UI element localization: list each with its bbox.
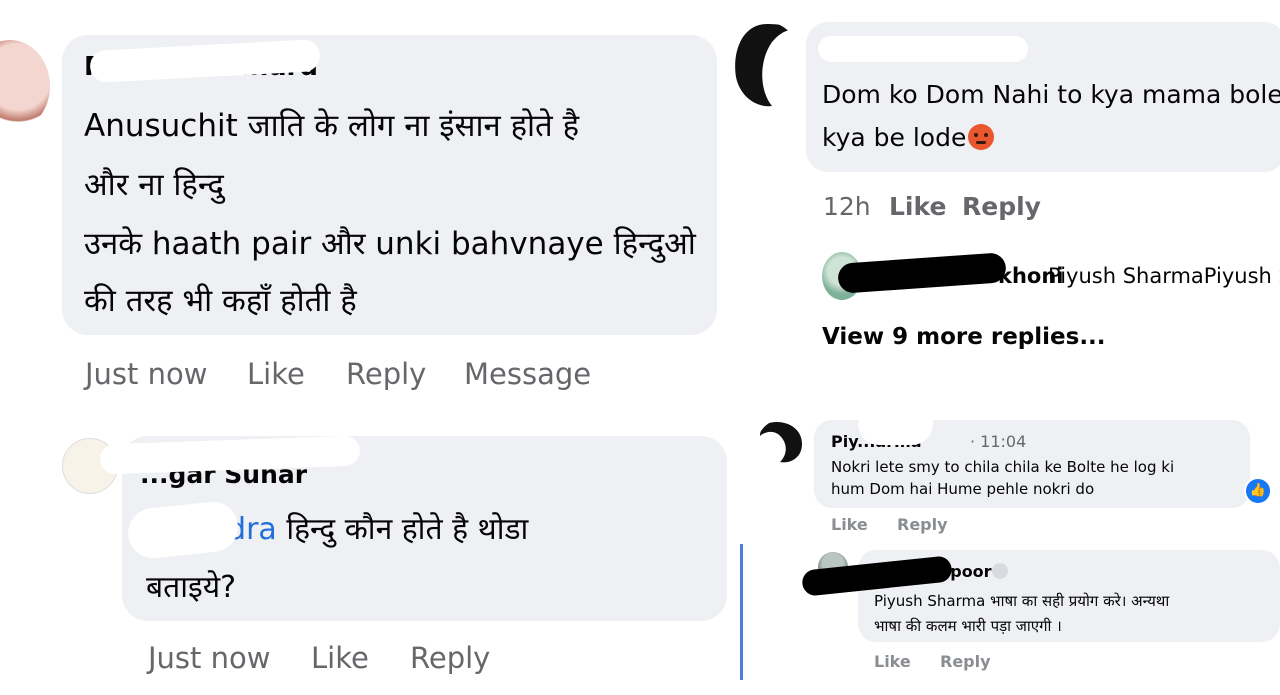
info-icon [992, 563, 1008, 579]
reply-line-2: भाषा की कलम भारी पड़ा जाएगी । [874, 617, 1062, 635]
like-reaction-icon[interactable]: 👍 [1244, 477, 1272, 505]
comment-line-3: उनके haath pair और unki bahvnaye हिन्दुओ [84, 226, 696, 262]
timestamp[interactable]: 12h [823, 192, 871, 221]
reply-button[interactable]: Reply [897, 515, 948, 534]
reply-button[interactable]: Reply [410, 641, 490, 675]
like-button[interactable]: Like [889, 192, 946, 221]
comment-line-2: बताइये? [146, 570, 237, 605]
thread-line [740, 544, 743, 680]
comment-line-1: Dom ko Dom Nahi to kya mama bolege [822, 80, 1280, 109]
reply-button[interactable]: Reply [346, 357, 426, 391]
avatar[interactable] [0, 40, 50, 132]
redaction [858, 403, 933, 445]
angry-face-icon [968, 124, 995, 150]
view-more-replies-link[interactable]: View 9 more replies... [822, 324, 1106, 350]
like-button[interactable]: Like [831, 515, 868, 534]
comment-line-4: की तरह भी कहाँ होती है [84, 283, 357, 319]
message-button[interactable]: Message [464, 357, 591, 391]
reply-button[interactable]: Reply [962, 192, 1041, 221]
redaction [818, 36, 1028, 62]
comment-line-1: Nokri lete smy to chila chila ke Bolte h… [831, 458, 1175, 476]
avatar[interactable] [758, 420, 804, 464]
comment-line-2: hum Dom hai Hume pehle nokri do [831, 480, 1095, 498]
avatar-silhouette-icon [760, 422, 802, 463]
timestamp[interactable]: Just now [85, 357, 207, 391]
comment-time: · 11:04 [970, 432, 1027, 451]
like-button[interactable]: Like [311, 641, 369, 675]
reply-preview-text: Piyush SharmaPiyush Sha... [1048, 264, 1280, 288]
like-button[interactable]: Like [247, 357, 305, 391]
reply-line-1: Piyush Sharma भाषा का सही प्रयोग करे। अन… [874, 592, 1170, 610]
redaction [837, 252, 1007, 294]
comment-line-2: और ना हिन्दु [84, 167, 224, 203]
comment-line-2: kya be lode [822, 123, 995, 152]
comment-line-1: Anusuchit जाति के लोग ना इंसान होते है [84, 108, 580, 144]
avatar[interactable] [732, 22, 802, 108]
like-button[interactable]: Like [874, 652, 911, 671]
avatar-silhouette-icon [735, 24, 798, 107]
timestamp[interactable]: Just now [148, 641, 270, 675]
reply-button[interactable]: Reply [940, 652, 991, 671]
